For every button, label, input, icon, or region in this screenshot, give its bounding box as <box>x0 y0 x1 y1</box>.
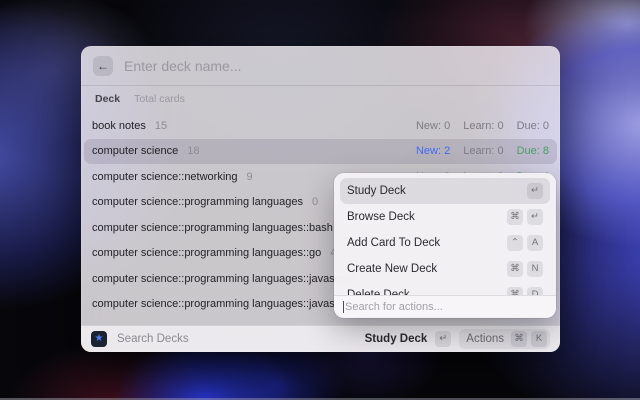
menu-item-label: Browse Deck <box>347 211 415 223</box>
back-arrow-icon: ← <box>97 59 109 73</box>
app-label: Search Decks <box>117 333 189 345</box>
deck-name: book notes <box>92 120 146 132</box>
window-header: ← <box>81 46 560 86</box>
column-label-deck: Deck <box>95 93 120 105</box>
anki-app-icon: ★ <box>91 331 107 347</box>
column-header: Deck Total cards <box>81 88 560 109</box>
stat-learn: Learn: 0 <box>463 120 503 132</box>
deck-stats: New: 0 Learn: 0 Due: 0 <box>416 120 549 132</box>
menu-item-create-new-deck[interactable]: Create New Deck ⌘ N <box>340 256 550 282</box>
actions-label: Actions <box>466 333 504 345</box>
deck-name: computer science::programming languages:… <box>92 247 321 259</box>
stat-new: New: 2 <box>416 145 450 157</box>
stat-learn: Learn: 0 <box>463 145 503 157</box>
status-bar: ★ Search Decks Study Deck ↵ Actions ⌘ K <box>81 325 560 352</box>
k-key-badge: K <box>531 331 547 347</box>
text-cursor <box>343 301 344 313</box>
deck-total-count: 18 <box>187 145 199 157</box>
n-key-badge: N <box>527 261 543 277</box>
return-key-badge: ↵ <box>435 331 451 347</box>
menu-item-label: Delete Deck <box>347 289 410 295</box>
deck-row-computer-science[interactable]: computer science 18 New: 2 Learn: 0 Due:… <box>84 139 557 165</box>
deck-name: computer science::programming languages:… <box>92 222 333 234</box>
deck-total-count: 15 <box>155 120 167 132</box>
deck-name: computer science <box>92 145 178 157</box>
deck-stats: New: 2 Learn: 0 Due: 8 <box>416 145 549 157</box>
primary-action-label[interactable]: Study Deck <box>365 333 428 345</box>
deck-name: computer science::programming languages <box>92 196 303 208</box>
deck-name-input[interactable] <box>124 58 548 74</box>
deck-name: computer science::programming languages:… <box>92 273 356 285</box>
deck-name: computer science::networking <box>92 171 238 183</box>
menu-item-label: Study Deck <box>347 185 406 197</box>
menu-item-delete-deck[interactable]: Delete Deck ⌘ D <box>340 282 550 295</box>
actions-search <box>334 295 556 317</box>
deck-total-count: 9 <box>247 171 253 183</box>
ctrl-key-badge: ⌃ <box>507 235 523 251</box>
actions-menu-items: Study Deck ↵ Browse Deck ⌘ ↵ Add Card To… <box>334 173 556 295</box>
return-key-badge: ↵ <box>527 183 543 199</box>
cmd-key-badge: ⌘ <box>507 209 523 225</box>
column-label-total-cards: Total cards <box>134 93 185 105</box>
actions-search-input[interactable] <box>345 301 547 313</box>
stat-due: Due: 0 <box>517 120 549 132</box>
actions-menu: Study Deck ↵ Browse Deck ⌘ ↵ Add Card To… <box>334 173 556 318</box>
deck-row-book-notes[interactable]: book notes 15 New: 0 Learn: 0 Due: 0 <box>84 113 557 139</box>
stat-new: New: 0 <box>416 120 450 132</box>
deck-total-count: 0 <box>312 196 318 208</box>
deck-row-python[interactable]: computer science::programming languages:… <box>84 317 557 325</box>
actions-button[interactable]: Actions ⌘ K <box>459 329 550 349</box>
a-key-badge: A <box>527 235 543 251</box>
cmd-key-badge: ⌘ <box>511 331 527 347</box>
cmd-key-badge: ⌘ <box>507 287 523 295</box>
menu-item-browse-deck[interactable]: Browse Deck ⌘ ↵ <box>340 204 550 230</box>
stat-due: Due: 8 <box>517 145 549 157</box>
menu-item-add-card-to-deck[interactable]: Add Card To Deck ⌃ A <box>340 230 550 256</box>
star-icon: ★ <box>95 334 104 344</box>
back-button[interactable]: ← <box>93 56 113 76</box>
d-key-badge: D <box>527 287 543 295</box>
menu-item-label: Create New Deck <box>347 263 437 275</box>
menu-item-label: Add Card To Deck <box>347 237 440 249</box>
return-key-badge: ↵ <box>527 209 543 225</box>
menu-item-study-deck[interactable]: Study Deck ↵ <box>340 178 550 204</box>
cmd-key-badge: ⌘ <box>507 261 523 277</box>
